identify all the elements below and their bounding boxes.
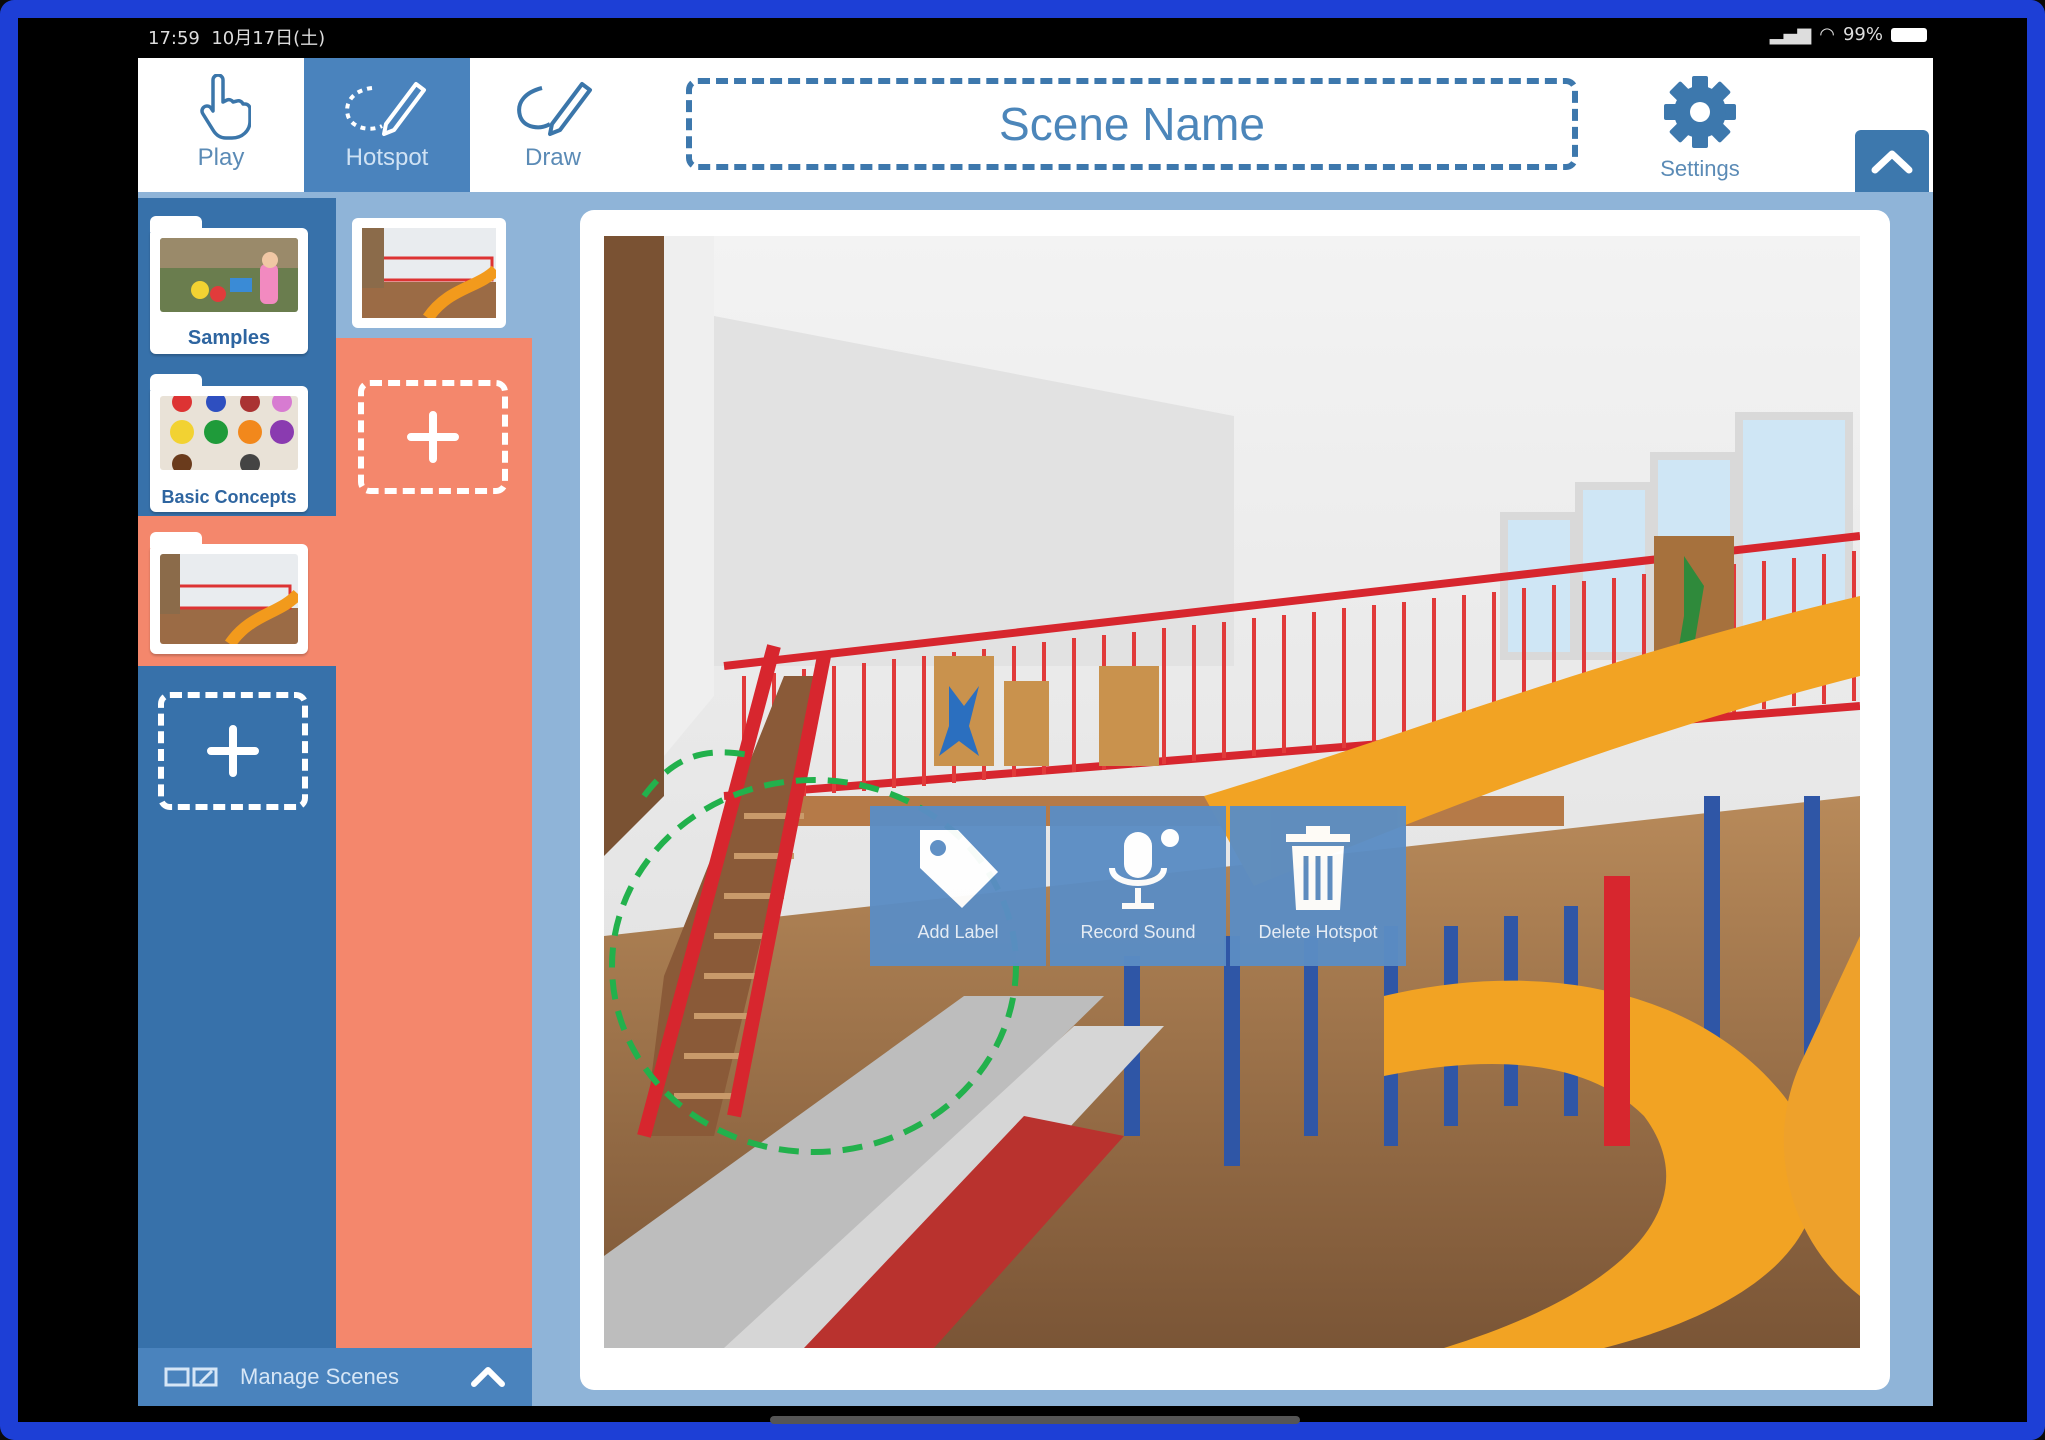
folder-playground[interactable] — [150, 532, 308, 654]
scene-thumbnail-playground[interactable] — [352, 218, 506, 328]
tool-draw-button[interactable]: Draw — [470, 58, 636, 192]
toolbar: Play Hotspot Draw Scene Name Settings — [138, 58, 1933, 192]
folder-samples-thumbnail — [160, 238, 298, 312]
tool-play-button[interactable]: Play — [138, 58, 304, 192]
status-bar: 17:59 10月17日(土) ▂▄▆ ◠ 99% — [140, 20, 1935, 52]
battery-percent: 99% — [1842, 24, 1883, 45]
status-right: ▂▄▆ ◠ 99% — [1770, 24, 1927, 45]
status-time: 17:59 — [148, 28, 200, 49]
add-scene-button[interactable] — [358, 380, 508, 494]
microphone-icon — [1109, 829, 1179, 909]
folder-playground-thumbnail — [160, 554, 298, 644]
manage-scenes-icon — [164, 1367, 218, 1387]
scene-name-field[interactable]: Scene Name — [686, 78, 1578, 170]
delete-hotspot-button[interactable]: Delete Hotspot — [1230, 806, 1406, 966]
lasso-pencil-icon — [345, 82, 426, 136]
home-indicator[interactable] — [770, 1416, 1300, 1424]
tool-draw-label: Draw — [524, 144, 581, 171]
settings-button[interactable]: Settings — [1638, 58, 1762, 192]
playground-photo — [604, 236, 1860, 1348]
delete-hotspot-text: Delete Hotspot — [1258, 922, 1378, 942]
pencil-draw-icon — [517, 82, 592, 136]
tool-hotspot-label: Hotspot — [345, 144, 429, 171]
active-scene-highlight — [336, 198, 532, 338]
tool-hotspot-button[interactable]: Hotspot — [304, 58, 470, 192]
gear-icon — [1664, 76, 1736, 148]
folder-list: Samples Basic Concepts — [138, 198, 336, 1348]
chevron-up-icon — [1871, 150, 1913, 174]
chevron-up-icon[interactable] — [468, 1362, 508, 1390]
signal-icon: ▂▄▆ — [1769, 24, 1812, 45]
wifi-icon: ◠ — [1819, 24, 1835, 45]
folder-basic-concepts-label: Basic Concepts — [161, 487, 297, 507]
trash-icon — [1286, 826, 1350, 910]
collapse-toolbar-button[interactable] — [1855, 130, 1929, 192]
scene-name-placeholder: Scene Name — [999, 98, 1265, 150]
add-label-text: Add Label — [917, 922, 999, 942]
status-time-date: 17:59 10月17日(土) — [148, 24, 325, 50]
scene-canvas: Add Label Record Sound Delete Hotspot — [580, 210, 1890, 1390]
battery-icon — [1891, 27, 1927, 42]
add-label-button[interactable]: Add Label — [870, 806, 1046, 966]
folder-basic-concepts-thumbnail — [160, 396, 298, 470]
manage-scenes-button[interactable]: Manage Scenes — [138, 1348, 532, 1406]
hand-pointer-icon — [200, 74, 251, 140]
scene-playground-thumbnail — [362, 228, 496, 318]
tag-icon — [920, 830, 998, 908]
status-date: 10月17日(土) — [211, 28, 326, 49]
manage-scenes-label: Manage Scenes — [240, 1364, 399, 1389]
folder-samples-label: Samples — [187, 327, 271, 349]
settings-label: Settings — [1660, 156, 1740, 181]
plus-icon — [407, 411, 459, 463]
tool-play-label: Play — [197, 144, 245, 171]
screen: 17:59 10月17日(土) ▂▄▆ ◠ 99% Play Hotspot D… — [0, 0, 2045, 1440]
record-sound-button[interactable]: Record Sound — [1050, 806, 1226, 966]
app-window: Play Hotspot Draw Scene Name Settings Sa… — [138, 58, 1933, 1406]
folder-samples[interactable]: Samples — [150, 216, 308, 354]
record-sound-text: Record Sound — [1080, 922, 1196, 942]
add-folder-button[interactable] — [158, 692, 308, 810]
folder-basic-concepts[interactable]: Basic Concepts — [150, 374, 308, 512]
plus-icon — [207, 725, 259, 777]
scene-photo[interactable]: Add Label Record Sound Delete Hotspot — [604, 236, 1860, 1348]
hotspot-menu: Add Label Record Sound Delete Hotspot — [870, 806, 1406, 966]
scene-list — [336, 198, 532, 1348]
